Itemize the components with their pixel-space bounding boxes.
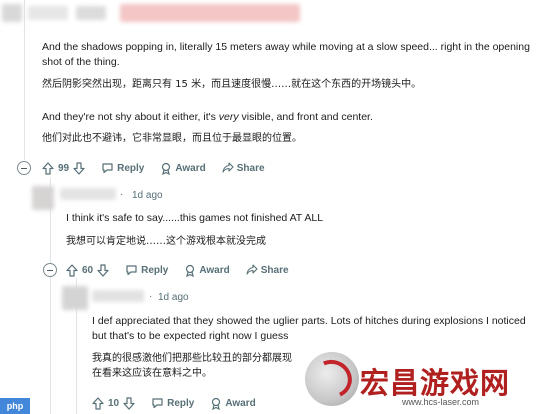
site-watermark-title: 宏昌游戏网 [360, 366, 511, 400]
award-button[interactable]: Award [210, 397, 256, 410]
award-button[interactable]: Award [184, 264, 230, 277]
award-icon [186, 264, 195, 277]
redacted-avatar-2 [32, 186, 54, 210]
upvote-button[interactable] [66, 263, 78, 277]
downvote-button[interactable] [97, 263, 109, 277]
downvote-button[interactable] [73, 161, 85, 175]
comment-3-timestamp: 1d ago [158, 292, 189, 303]
reply-label: Reply [117, 162, 145, 174]
reply-label: Reply [141, 264, 169, 276]
redacted-username-3 [92, 290, 144, 302]
comment-1-text-zh-2: 他们对此也不避讳，它非常显眼，而且位于最显眼的位置。 [42, 133, 302, 144]
redacted-author-4 [120, 4, 300, 22]
reply-button[interactable]: Reply [101, 162, 144, 174]
upvote-icon [66, 263, 78, 277]
collapse-thread-button[interactable] [17, 161, 31, 175]
reply-icon [102, 163, 113, 174]
site-watermark-url: www.hcs-laser.com [402, 397, 480, 407]
downvote-icon [73, 161, 85, 175]
redacted-avatar-3 [62, 286, 88, 310]
comment-2-separator: · [120, 189, 124, 200]
share-icon [246, 264, 258, 275]
share-label: Share [260, 264, 289, 276]
php-watermark-badge: php [0, 398, 30, 414]
award-label: Award [175, 162, 206, 174]
comment-3-text-en: I def appreciated that they showed the u… [92, 315, 526, 342]
share-icon [222, 162, 234, 173]
comment-1-text-en-1: And the shadows popping in, literally 15… [42, 41, 530, 68]
award-label: Award [225, 397, 256, 409]
vote-count: 10 [108, 397, 120, 409]
comment-2-actions: 60 Reply Award Share [66, 261, 305, 279]
comment-3-text-zh-1: 我真的很感激他们把那些比较丑的部分都展现 [92, 353, 292, 364]
share-button[interactable]: Share [222, 162, 265, 174]
redacted-username-2 [60, 188, 116, 200]
comment-2-text-en: I think it's safe to say......this games… [66, 212, 324, 224]
comment-1-text-zh-1: 然后阴影突然出现，距离只有 15 米，而且速度很慢……就在这个东西的开场镜头中。 [42, 79, 422, 90]
comment-3-text-zh-2: 在看来这应该在意料之中。 [92, 368, 212, 379]
redacted-author-1 [2, 4, 22, 22]
reply-label: Reply [167, 397, 195, 409]
comment-2-text-zh: 我想可以肯定地说……这个游戏根本就没完成 [66, 236, 266, 247]
award-icon [162, 162, 171, 175]
comment-1-actions: 99 Reply Award Share [42, 159, 281, 177]
redacted-author-3 [76, 6, 106, 20]
vote-count: 60 [82, 264, 94, 276]
reply-icon [126, 265, 137, 276]
share-label: Share [236, 162, 265, 174]
redacted-author-2 [28, 6, 68, 20]
upvote-button[interactable] [92, 396, 104, 410]
upvote-button[interactable] [42, 161, 54, 175]
reply-button[interactable]: Reply [125, 264, 168, 276]
thread-line-main [24, 0, 25, 160]
upvote-icon [42, 161, 54, 175]
award-label: Award [199, 264, 230, 276]
award-button[interactable]: Award [160, 162, 206, 175]
reply-icon [152, 398, 163, 409]
reply-button[interactable]: Reply [151, 397, 194, 409]
downvote-icon [97, 263, 109, 277]
downvote-icon [123, 396, 135, 410]
downvote-button[interactable] [123, 396, 135, 410]
comment-2-timestamp: 1d ago [132, 190, 163, 201]
thread-line-level2 [50, 178, 51, 414]
award-icon [212, 397, 221, 410]
upvote-icon [92, 396, 104, 410]
comment-1-text-en-2: And they're not shy about it either, it'… [42, 111, 373, 123]
collapse-thread-button[interactable] [43, 263, 57, 277]
vote-count: 99 [58, 162, 70, 174]
share-button[interactable]: Share [246, 264, 289, 276]
comment-3-separator: · [149, 291, 153, 302]
comment-3-actions: 10 Reply Award [92, 394, 272, 412]
